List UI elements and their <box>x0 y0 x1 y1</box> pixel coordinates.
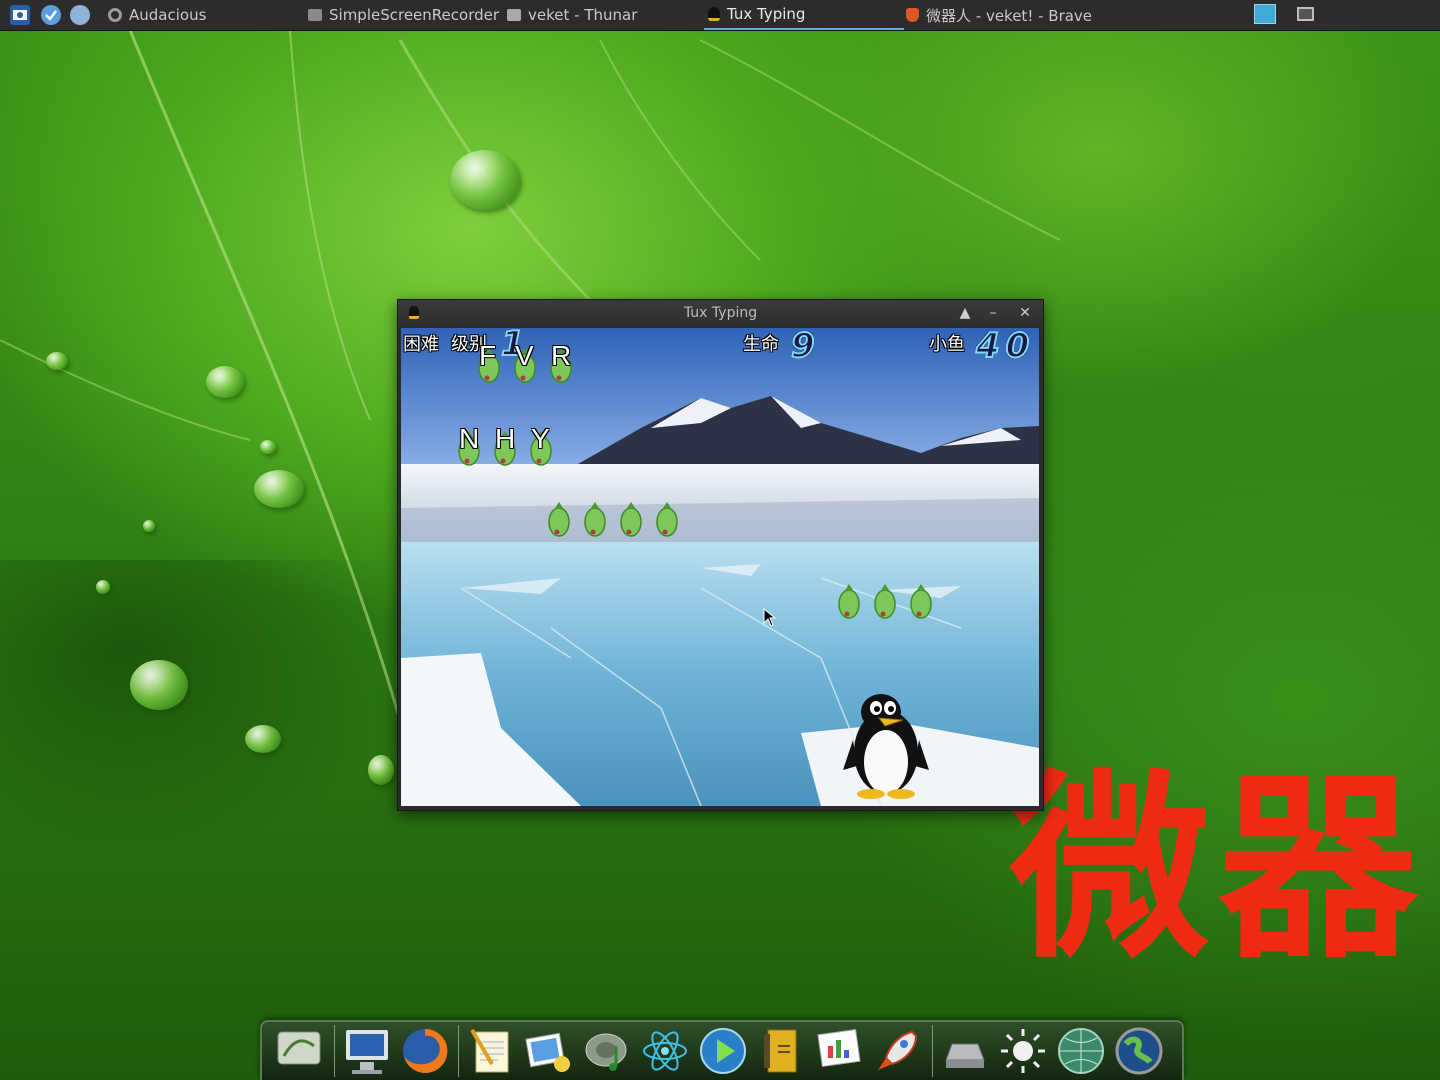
atom-icon[interactable] <box>640 1026 690 1076</box>
tux-icon <box>708 7 720 21</box>
water-drop <box>143 520 155 532</box>
game-canvas[interactable]: 困难 级别 1 生命 9 小鱼 40 FVRNHY <box>401 328 1039 806</box>
rocket-icon[interactable] <box>872 1026 922 1076</box>
show-desktop-icon[interactable] <box>1297 7 1314 21</box>
window-title: Tux Typing <box>683 305 758 321</box>
water-drop <box>368 755 394 785</box>
drive-icon[interactable] <box>940 1026 990 1076</box>
fish-letter: R <box>551 340 572 371</box>
difficulty-label: 困难 <box>403 334 439 355</box>
minimize-button[interactable]: – <box>982 303 1004 323</box>
fish-count-value: 40 <box>975 328 1036 367</box>
water-drop <box>450 150 520 210</box>
water-drop <box>96 580 110 594</box>
lives-label: 生命 <box>743 334 779 355</box>
bottom-dock <box>260 1020 1184 1080</box>
water-drop <box>260 440 276 454</box>
audacious-icon <box>108 8 122 22</box>
network-monitor-icon[interactable] <box>1254 4 1276 24</box>
fish-letter: N <box>459 423 480 454</box>
falling-fish <box>618 500 644 538</box>
water-drop <box>254 470 304 508</box>
firefox-icon[interactable] <box>400 1026 450 1076</box>
address-book-icon[interactable] <box>756 1026 806 1076</box>
window-titlebar[interactable]: Tux Typing ▲ – ✕ <box>398 300 1043 327</box>
computer-icon[interactable] <box>342 1026 392 1076</box>
fish-letter: Y <box>531 423 550 454</box>
taskbar-item-brave[interactable]: 微器人 - veket! - Brave <box>906 0 1092 30</box>
falling-fish <box>582 500 608 538</box>
task-label: Tux Typing <box>727 5 806 23</box>
tux-typing-window: Tux Typing ▲ – ✕ 困难 级别 1 生命 9 小鱼 40 F V … <box>397 299 1044 811</box>
task-label: 微器人 - veket! - Brave <box>926 6 1093 25</box>
water-drop <box>245 725 281 753</box>
screenshot-icon[interactable] <box>10 5 30 25</box>
globe-icon[interactable] <box>1056 1026 1106 1076</box>
taskbar-item-audacious[interactable]: Audacious <box>108 0 206 30</box>
window-icon <box>308 9 322 21</box>
fish-letter: V <box>515 340 534 371</box>
desktop-settings-icon[interactable] <box>274 1026 324 1076</box>
media-player-icon[interactable] <box>698 1026 748 1076</box>
shade-button[interactable]: ▲ <box>954 303 976 323</box>
top-panel: Audacious SimpleScreenRecorder veket - T… <box>0 0 1440 31</box>
taskbar-item-simplescreenrecorder[interactable]: SimpleScreenRecorder <box>308 0 499 30</box>
earth-icon[interactable] <box>1114 1026 1164 1076</box>
task-label: Audacious <box>129 6 207 24</box>
mouse-cursor-icon <box>763 608 777 627</box>
falling-fish <box>908 582 934 620</box>
music-icon[interactable] <box>582 1026 632 1076</box>
brave-icon <box>906 8 919 22</box>
fish-letter: H <box>495 423 516 454</box>
fish-label: 小鱼 <box>929 334 965 355</box>
water-drop <box>130 660 188 710</box>
falling-fish <box>654 500 680 538</box>
desktop-watermark-text: 微器 <box>1010 753 1427 986</box>
fish-letter: F <box>479 340 497 371</box>
water-drop <box>46 352 68 370</box>
task-label: SimpleScreenRecorder <box>329 6 500 24</box>
spreadsheet-icon[interactable] <box>814 1026 864 1076</box>
falling-fish <box>546 500 572 538</box>
falling-fish <box>836 582 862 620</box>
lives-value: 9 <box>790 328 816 367</box>
falling-fish <box>872 582 898 620</box>
water-drop <box>206 366 244 398</box>
task-label: veket - Thunar <box>528 6 638 24</box>
brightness-icon[interactable] <box>998 1026 1048 1076</box>
taskbar-item-thunar[interactable]: veket - Thunar <box>507 0 637 30</box>
text-editor-icon[interactable] <box>466 1026 516 1076</box>
network-icon[interactable] <box>70 5 90 25</box>
image-viewer-icon[interactable] <box>524 1026 574 1076</box>
close-button[interactable]: ✕ <box>1014 303 1036 323</box>
tux-penguin <box>843 694 929 799</box>
antarctic-scene <box>401 328 1039 806</box>
browser-check-icon[interactable] <box>41 5 61 25</box>
taskbar-item-tux-typing[interactable]: Tux Typing <box>704 0 904 30</box>
folder-icon <box>507 9 521 21</box>
